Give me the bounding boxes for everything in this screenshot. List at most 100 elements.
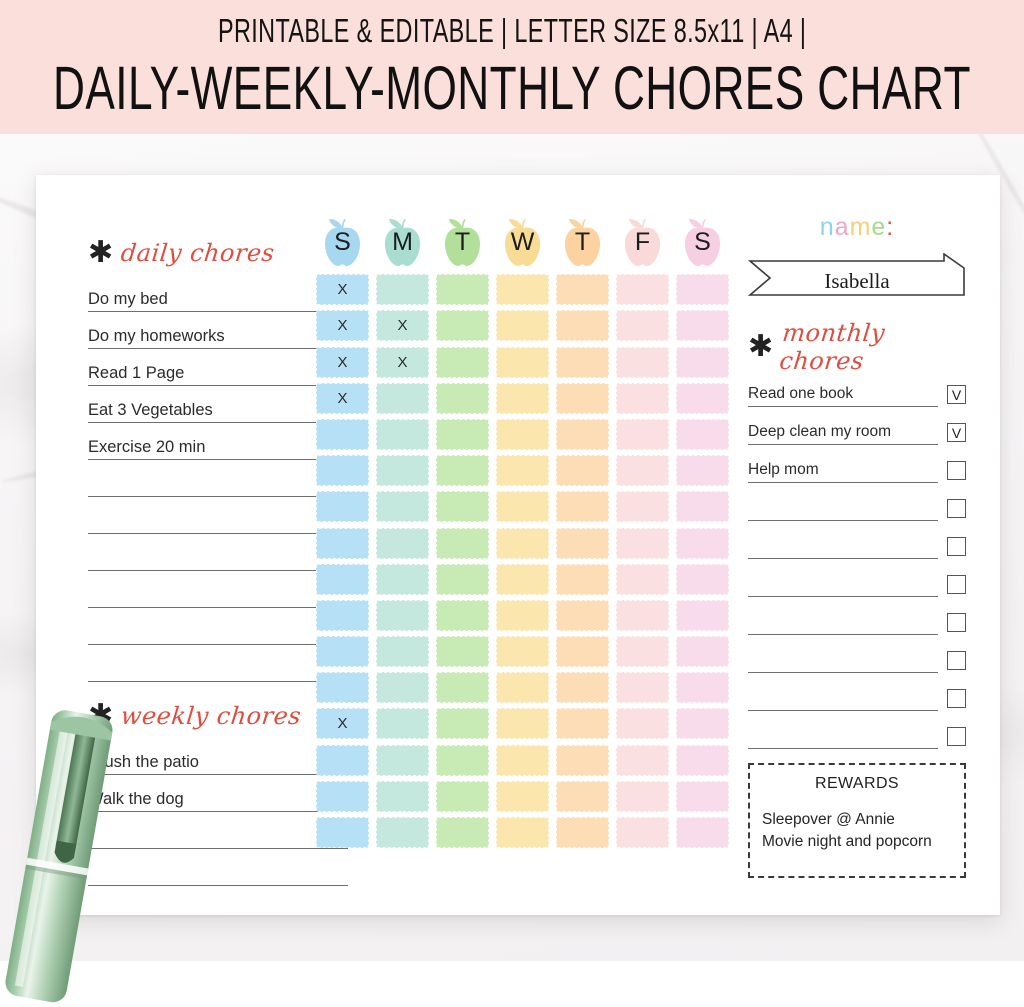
grid-cell-r6-c3[interactable] [436, 455, 489, 487]
grid-cell-r2-c5[interactable] [556, 310, 609, 342]
grid-cell-r6-c2[interactable] [376, 455, 429, 487]
monthly-chore-text[interactable]: Help mom [748, 460, 938, 483]
grid-cell-r13-c4[interactable] [496, 708, 549, 740]
grid-cell-r1-c4[interactable] [496, 274, 549, 306]
grid-cell-r12-c1[interactable] [316, 672, 369, 704]
grid-cell-r2-c7[interactable] [676, 310, 729, 342]
grid-cell-r12-c7[interactable] [676, 672, 729, 704]
grid-cell-r14-c2[interactable] [376, 744, 429, 776]
grid-cell-r12-c2[interactable] [376, 672, 429, 704]
monthly-chore-text[interactable] [748, 537, 938, 559]
reward-item[interactable]: Movie night and popcorn [762, 831, 952, 853]
daily-chore-row[interactable] [88, 571, 348, 608]
grid-cell-r7-c6[interactable] [616, 491, 669, 523]
grid-cell-r12-c4[interactable] [496, 672, 549, 704]
monthly-chore-checkbox[interactable]: V [947, 385, 966, 404]
grid-cell-r6-c7[interactable] [676, 455, 729, 487]
grid-cell-r10-c7[interactable] [676, 599, 729, 631]
grid-cell-r8-c4[interactable] [496, 527, 549, 559]
grid-cell-r7-c5[interactable] [556, 491, 609, 523]
monthly-chore-text[interactable]: Read one book [748, 384, 938, 407]
monthly-chore-checkbox[interactable] [947, 461, 966, 480]
monthly-chore-checkbox[interactable] [947, 613, 966, 632]
reward-item[interactable]: Sleepover @ Annie [762, 809, 952, 831]
grid-cell-r13-c3[interactable] [436, 708, 489, 740]
grid-cell-r9-c6[interactable] [616, 563, 669, 595]
grid-cell-r9-c1[interactable] [316, 563, 369, 595]
monthly-chore-checkbox[interactable] [947, 651, 966, 670]
grid-cell-r10-c3[interactable] [436, 599, 489, 631]
monthly-chore-text[interactable]: Deep clean my room [748, 422, 938, 445]
grid-cell-r11-c4[interactable] [496, 636, 549, 668]
daily-chore-row[interactable] [88, 534, 348, 571]
monthly-chore-text[interactable] [748, 727, 938, 749]
grid-cell-r5-c1[interactable] [316, 418, 369, 450]
grid-cell-r3-c1[interactable]: X [316, 346, 369, 378]
grid-cell-r1-c5[interactable] [556, 274, 609, 306]
grid-cell-r10-c5[interactable] [556, 599, 609, 631]
monthly-chore-text[interactable] [748, 499, 938, 521]
grid-cell-r4-c4[interactable] [496, 382, 549, 414]
grid-cell-r13-c1[interactable]: X [316, 708, 369, 740]
grid-cell-r7-c7[interactable] [676, 491, 729, 523]
grid-cell-r4-c2[interactable] [376, 382, 429, 414]
daily-chore-row[interactable]: Read 1 Page [88, 349, 348, 386]
grid-cell-r16-c3[interactable] [436, 817, 489, 848]
grid-cell-r16-c7[interactable] [676, 817, 729, 848]
grid-cell-r9-c5[interactable] [556, 563, 609, 595]
monthly-chore-checkbox[interactable] [947, 499, 966, 518]
monthly-chore-checkbox[interactable] [947, 727, 966, 746]
grid-cell-r8-c2[interactable] [376, 527, 429, 559]
grid-cell-r4-c6[interactable] [616, 382, 669, 414]
grid-cell-r10-c4[interactable] [496, 599, 549, 631]
grid-cell-r10-c6[interactable] [616, 599, 669, 631]
grid-cell-r5-c2[interactable] [376, 418, 429, 450]
grid-cell-r2-c1[interactable]: X [316, 310, 369, 342]
grid-cell-r14-c6[interactable] [616, 744, 669, 776]
grid-cell-r7-c1[interactable] [316, 491, 369, 523]
grid-cell-r12-c5[interactable] [556, 672, 609, 704]
grid-cell-r8-c6[interactable] [616, 527, 669, 559]
grid-cell-r5-c3[interactable] [436, 418, 489, 450]
grid-cell-r9-c2[interactable] [376, 563, 429, 595]
grid-cell-r1-c2[interactable] [376, 274, 429, 306]
grid-cell-r8-c7[interactable] [676, 527, 729, 559]
grid-cell-r15-c6[interactable] [616, 780, 669, 812]
grid-cell-r8-c1[interactable] [316, 527, 369, 559]
grid-cell-r13-c7[interactable] [676, 708, 729, 740]
grid-cell-r16-c6[interactable] [616, 817, 669, 848]
grid-cell-r4-c1[interactable]: X [316, 382, 369, 414]
grid-cell-r7-c3[interactable] [436, 491, 489, 523]
grid-cell-r15-c7[interactable] [676, 780, 729, 812]
grid-cell-r10-c1[interactable] [316, 599, 369, 631]
monthly-chore-checkbox[interactable] [947, 537, 966, 556]
grid-cell-r3-c2[interactable]: X [376, 346, 429, 378]
grid-cell-r5-c4[interactable] [496, 418, 549, 450]
grid-cell-r9-c4[interactable] [496, 563, 549, 595]
grid-cell-r16-c2[interactable] [376, 817, 429, 848]
grid-cell-r3-c3[interactable] [436, 346, 489, 378]
monthly-chore-text[interactable] [748, 651, 938, 673]
grid-cell-r14-c5[interactable] [556, 744, 609, 776]
grid-cell-r14-c3[interactable] [436, 744, 489, 776]
grid-cell-r4-c5[interactable] [556, 382, 609, 414]
grid-cell-r11-c5[interactable] [556, 636, 609, 668]
grid-cell-r2-c3[interactable] [436, 310, 489, 342]
daily-chore-row[interactable] [88, 608, 348, 645]
grid-cell-r11-c6[interactable] [616, 636, 669, 668]
daily-chore-row[interactable]: Eat 3 Vegetables [88, 386, 348, 423]
name-ribbon[interactable]: Isabella [748, 253, 966, 303]
grid-cell-r6-c6[interactable] [616, 455, 669, 487]
grid-cell-r4-c3[interactable] [436, 382, 489, 414]
daily-chore-row[interactable]: Do my bed [88, 275, 348, 312]
grid-cell-r13-c5[interactable] [556, 708, 609, 740]
grid-cell-r9-c3[interactable] [436, 563, 489, 595]
monthly-chore-checkbox[interactable] [947, 575, 966, 594]
grid-cell-r16-c5[interactable] [556, 817, 609, 848]
grid-cell-r3-c7[interactable] [676, 346, 729, 378]
grid-cell-r1-c3[interactable] [436, 274, 489, 306]
grid-cell-r3-c5[interactable] [556, 346, 609, 378]
daily-chore-row[interactable]: Exercise 20 min [88, 423, 348, 460]
grid-cell-r15-c3[interactable] [436, 780, 489, 812]
grid-cell-r13-c2[interactable] [376, 708, 429, 740]
